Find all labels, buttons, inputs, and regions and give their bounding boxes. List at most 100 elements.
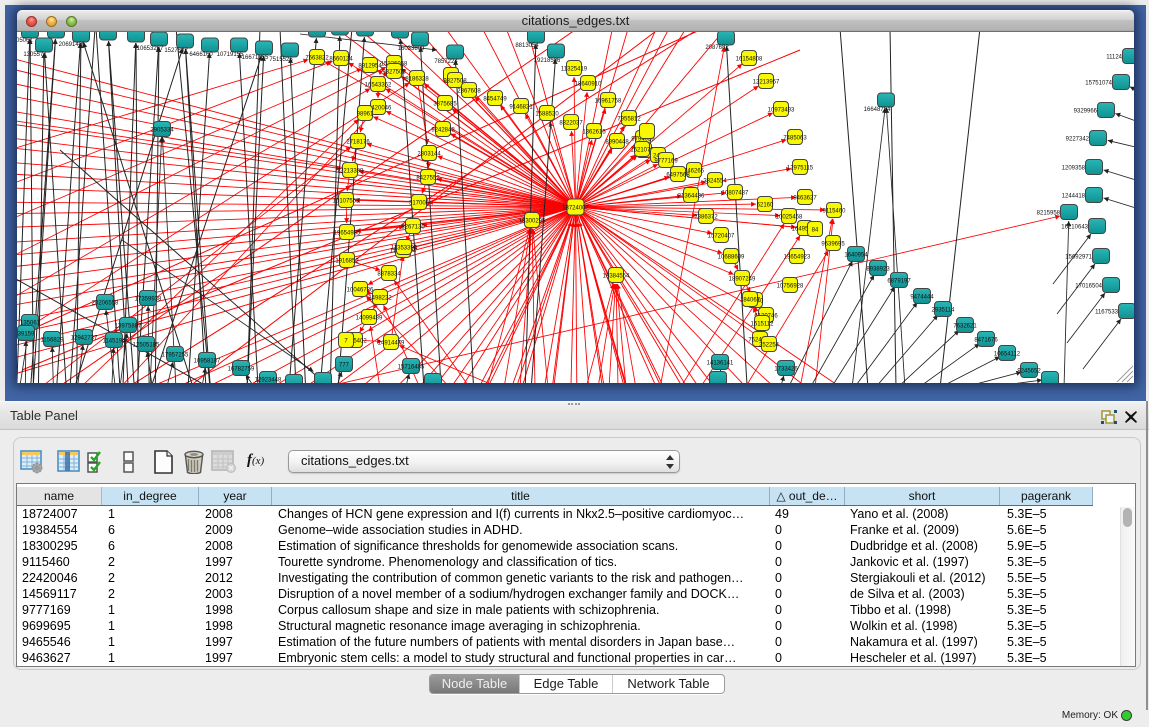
svg-text:20206558: 20206558 [92,301,119,307]
svg-text:317006: 317006 [409,201,430,207]
svg-text:8427552: 8427552 [416,176,440,182]
svg-text:15716485: 15716485 [398,365,425,371]
svg-text:19218506: 19218506 [534,58,561,64]
svg-text:11353394: 11353394 [391,246,418,252]
svg-text:19654923: 19654923 [784,255,811,261]
svg-text:14914479: 14914479 [378,341,405,347]
svg-text:21364436: 21364436 [678,194,705,200]
svg-text:8938923: 8938923 [866,267,890,273]
svg-text:12942737: 12942737 [71,336,98,342]
svg-text:14136141: 14136141 [707,361,734,367]
svg-text:62160: 62160 [757,203,774,209]
svg-text:18724007: 18724007 [562,206,589,212]
svg-text:7663822: 7663822 [305,56,329,62]
svg-text:17016504: 17016504 [1075,284,1102,290]
svg-text:12975115: 12975115 [787,166,814,172]
svg-text:1305061: 1305061 [17,38,33,44]
svg-text:12923448: 12923448 [255,378,282,383]
svg-text:98961: 98961 [357,112,374,118]
svg-text:1305571: 1305571 [23,52,47,58]
svg-text:18907249: 18907249 [729,277,756,283]
svg-text:10025458: 10025458 [776,215,803,221]
svg-text:10958187: 10958187 [194,359,221,365]
svg-text:16033809: 16033809 [398,46,425,52]
svg-text:7632621: 7632621 [953,324,977,330]
svg-text:19654985: 19654985 [334,231,361,237]
svg-text:10973493: 10973493 [768,108,795,114]
svg-text:10046786: 10046786 [347,288,374,294]
svg-text:10653267: 10653267 [137,46,164,52]
svg-text:18640910: 18640910 [575,82,602,88]
svg-text:12505185: 12505185 [133,343,160,349]
svg-text:15692971: 15692971 [1065,255,1092,261]
svg-text:9463627: 9463627 [793,196,817,202]
svg-text:9146821: 9146821 [509,105,533,111]
svg-text:8454749: 8454749 [483,97,507,103]
svg-text:2718176: 2718176 [346,140,370,146]
svg-text:8322037: 8322037 [559,121,583,127]
svg-text:7485063: 7485063 [783,136,807,142]
svg-text:2867608: 2867608 [457,89,481,95]
svg-text:17957255: 17957255 [162,353,189,359]
svg-text:1156829: 1156829 [41,338,65,344]
svg-text:9777169: 9777169 [654,159,678,165]
svg-text:252254: 252254 [759,343,780,349]
svg-text:12213389: 12213389 [337,169,364,175]
svg-text:16671355: 16671355 [242,55,269,61]
svg-text:20691406: 20691406 [59,42,86,48]
svg-text:16210643: 16210643 [1061,225,1088,231]
svg-text:16543362: 16543362 [365,83,392,89]
svg-text:8471676: 8471676 [974,338,998,344]
svg-text:8912954: 8912954 [358,64,382,70]
svg-text:1145194: 1145194 [103,339,127,345]
svg-text:18300295: 18300295 [519,219,546,225]
svg-text:14099489: 14099489 [356,316,383,322]
svg-text:9245652: 9245652 [1017,369,1041,375]
svg-text:8186328: 8186328 [405,77,429,83]
svg-text:9242848: 9242848 [431,128,455,134]
svg-text:1733426: 1733426 [774,367,798,373]
svg-text:1244418: 1244418 [1062,194,1086,200]
svg-text:8660124: 8660124 [329,57,353,63]
svg-text:10756928: 10756928 [777,284,804,290]
svg-text:1588520: 1588520 [535,112,559,118]
svg-text:7857224: 7857224 [434,59,458,65]
svg-text:2905334: 2905334 [150,128,174,134]
svg-text:15751074: 15751074 [1085,81,1112,87]
svg-text:10719155: 10719155 [217,52,244,58]
svg-text:10807487: 10807487 [722,191,749,197]
svg-text:1362615: 1362615 [582,130,606,136]
svg-text:12213967: 12213967 [753,80,780,86]
svg-text:2087682: 2087682 [705,45,729,51]
svg-text:8878334: 8878334 [377,272,401,278]
svg-text:7515526: 7515526 [269,57,293,63]
svg-text:15720407: 15720407 [708,234,735,240]
svg-text:17359938: 17359938 [135,297,162,303]
svg-text:13975887: 13975887 [115,324,142,330]
svg-text:19384554: 19384554 [603,274,630,280]
svg-text:10107553: 10107553 [333,199,360,205]
svg-text:6497568: 6497568 [666,173,690,179]
svg-text:1640954: 1640954 [844,253,868,259]
svg-text:11325419: 11325419 [561,67,588,73]
svg-text:1527602: 1527602 [164,48,188,54]
svg-text:9227342: 9227342 [1066,137,1090,143]
svg-text:84: 84 [812,228,819,234]
svg-text:8990448: 8990448 [605,140,629,146]
svg-text:9474444: 9474444 [910,295,934,301]
svg-text:1209358: 1209358 [1062,166,1086,172]
svg-text:2935114: 2935114 [932,308,956,314]
svg-text:9329966: 9329966 [1074,109,1098,115]
svg-text:10688609: 10688609 [718,255,745,261]
svg-text:1498222: 1498222 [368,296,392,302]
svg-text:16782759: 16782759 [228,367,255,373]
svg-text:16648784: 16648784 [864,107,891,113]
svg-text:777: 777 [339,363,350,369]
svg-text:9639695: 9639695 [821,242,845,248]
svg-text:184067: 184067 [740,298,761,304]
svg-text:39159: 39159 [18,332,35,338]
svg-text:9327505: 9327505 [382,70,406,76]
svg-text:2803144: 2803144 [417,152,441,158]
svg-text:8215958: 8215958 [1037,211,1061,217]
svg-text:16154808: 16154808 [736,57,763,63]
